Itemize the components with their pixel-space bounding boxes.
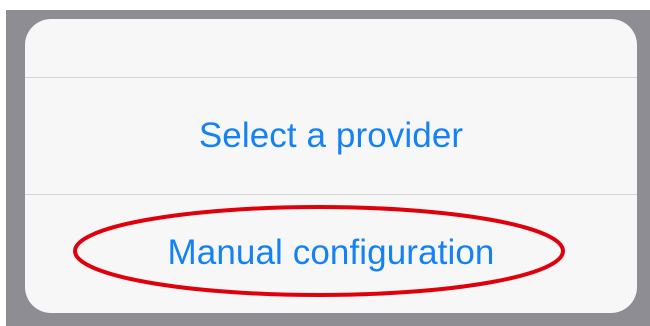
- select-provider-button[interactable]: Select a provider: [25, 78, 637, 194]
- action-sheet-top-area: [25, 19, 637, 77]
- action-sheet: Select a provider Manual configuration: [25, 19, 637, 313]
- manual-configuration-button[interactable]: Manual configuration: [25, 195, 637, 313]
- screenshot-stage: Select a provider Manual configuration: [0, 0, 650, 326]
